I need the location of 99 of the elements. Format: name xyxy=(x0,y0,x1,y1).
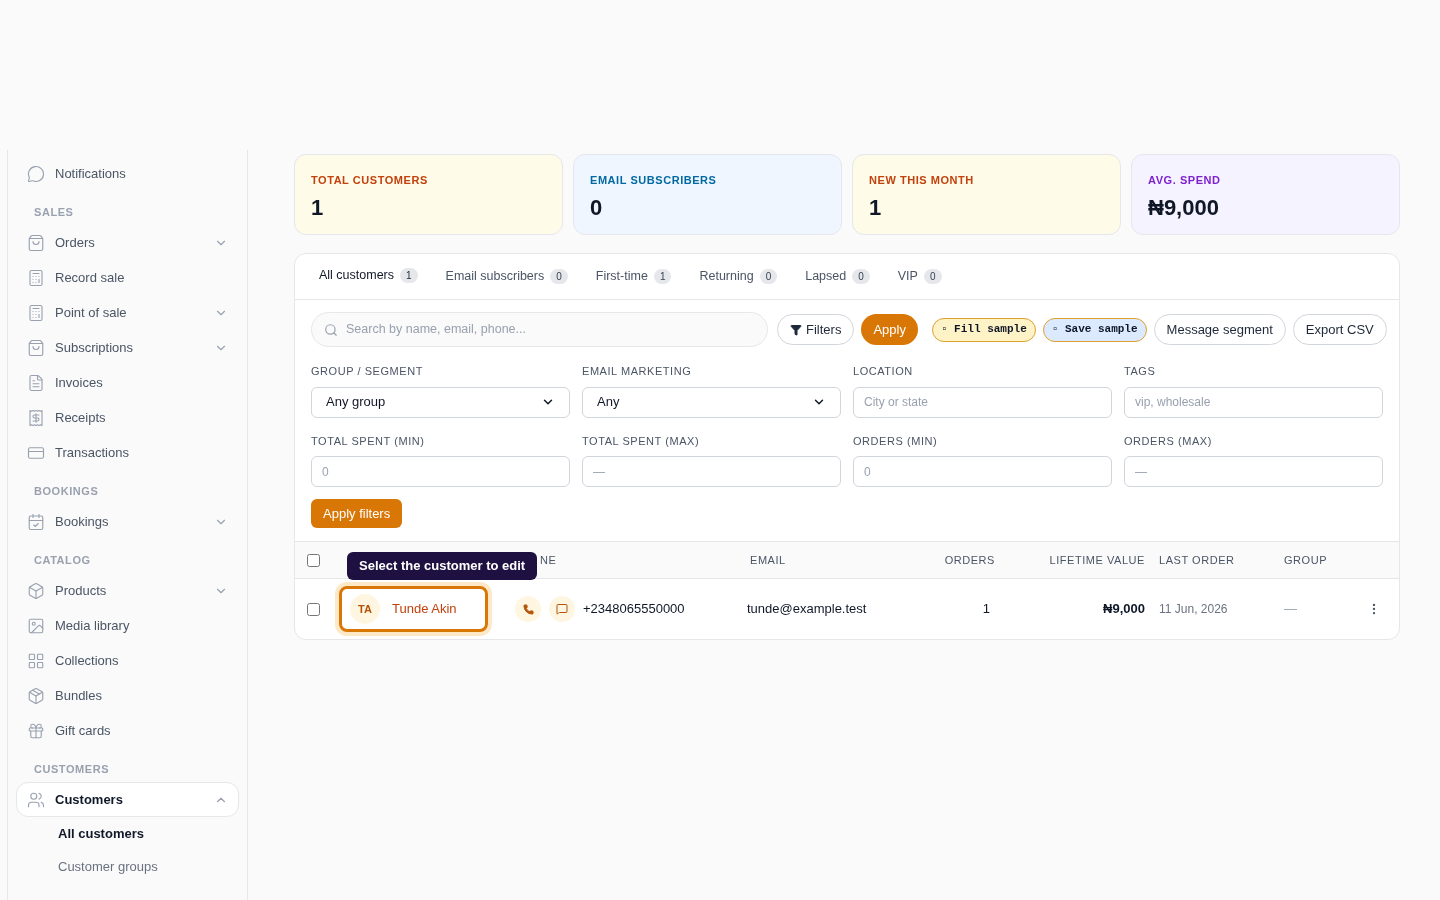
filter-tab[interactable]: Email subscribers 0 xyxy=(445,253,568,300)
tab-count: 0 xyxy=(550,269,568,284)
sidebar-item[interactable]: Customers xyxy=(16,782,239,817)
sidebar-item[interactable]: Record sale xyxy=(16,260,239,295)
group-cell-text: — xyxy=(1283,600,1298,619)
filters-button[interactable]: Filters xyxy=(777,314,855,345)
stat-label: TOTAL CUSTOMERS xyxy=(311,173,429,188)
filter-icon xyxy=(790,323,802,336)
sidebar-item[interactable]: Transactions xyxy=(16,435,239,470)
search-icon xyxy=(324,322,338,337)
column-header: GROUP xyxy=(1283,552,1329,568)
customer-name: Tunde Akin xyxy=(392,600,457,619)
filter-tab[interactable]: VIP 0 xyxy=(897,253,942,300)
sidebar-item[interactable]: Point of sale xyxy=(16,295,239,330)
sidebar-item[interactable]: Orders xyxy=(16,225,239,260)
column-header: NE xyxy=(540,552,557,568)
input-field[interactable]: City or state xyxy=(853,386,1112,418)
filter-label: ORDERS (MIN) xyxy=(853,433,939,449)
input-field[interactable]: 0 xyxy=(853,456,1112,487)
chat-bubble-icon xyxy=(27,164,45,183)
sidebar-item[interactable]: Subscriptions xyxy=(16,330,239,365)
column-header: ORDERS xyxy=(943,552,995,568)
sidebar-subitem[interactable]: All customers xyxy=(16,817,239,850)
sidebar-item[interactable]: Media library xyxy=(16,608,239,643)
filter-label: EMAIL MARKETING xyxy=(582,364,693,379)
filter-tab[interactable]: Returning 0 xyxy=(699,253,778,300)
calculator-icon xyxy=(27,268,45,287)
users-icon xyxy=(27,790,45,809)
bag-icon xyxy=(27,233,45,252)
section-heading: BOOKINGS xyxy=(33,484,100,498)
image-icon xyxy=(27,616,45,635)
sidebar-item[interactable]: Bundles xyxy=(16,678,239,713)
column-header: LAST ORDER xyxy=(1158,552,1236,568)
tab-count: 0 xyxy=(923,269,942,284)
column-header: LIFETIME VALUE xyxy=(1048,552,1145,568)
filter-label: GROUP / SEGMENT xyxy=(311,364,424,379)
section-heading: CUSTOMERS xyxy=(33,762,111,776)
filter-tab[interactable]: Lapsed 0 xyxy=(805,253,870,300)
filter-label: ORDERS (MAX) xyxy=(1124,433,1213,449)
grid-icon xyxy=(27,651,45,670)
sidebar-item[interactable]: Gift cards xyxy=(16,713,239,748)
input-field[interactable]: 0 xyxy=(311,456,570,487)
fill-sample-button[interactable]: ▫ Fill sample xyxy=(931,317,1036,342)
last-order-cell-text: 11 Jun, 2026 xyxy=(1158,601,1229,618)
stat-label: AVG. SPEND xyxy=(1148,173,1222,188)
sidebar-item[interactable]: Receipts xyxy=(16,400,239,435)
sidebar-item[interactable]: Invoices xyxy=(16,365,239,400)
avatar: TA xyxy=(350,594,380,624)
bag-icon xyxy=(27,338,45,357)
receipt-icon xyxy=(27,408,45,427)
calendar-icon xyxy=(27,512,45,531)
section-heading: SALES xyxy=(33,205,75,219)
tooltip: Select the customer to edit xyxy=(347,552,538,580)
tab-count: 1 xyxy=(400,268,418,283)
search-input[interactable]: Search by name, email, phone... xyxy=(346,320,755,339)
stat-value: 1 xyxy=(311,193,325,222)
gift-icon xyxy=(27,721,45,740)
toolbar-button[interactable]: Message segment xyxy=(1153,314,1286,345)
filter-label: TOTAL SPENT (MAX) xyxy=(582,433,701,449)
tab-count: 0 xyxy=(852,269,870,284)
orders-cell-text: 1 xyxy=(981,600,991,619)
stat-value: 0 xyxy=(590,193,604,222)
filter-label: TAGS xyxy=(1124,364,1157,379)
package-icon xyxy=(27,686,45,705)
tab-count: 0 xyxy=(759,269,778,284)
filter-label: TOTAL SPENT (MIN) xyxy=(311,433,426,449)
sidebar-item[interactable]: Notifications xyxy=(16,156,239,191)
select-all-checkbox[interactable] xyxy=(307,553,320,567)
stat-label: EMAIL SUBSCRIBERS xyxy=(590,173,718,188)
stat-value: 1 xyxy=(869,193,883,222)
filter-tab[interactable]: All customers 1 xyxy=(319,253,418,300)
select-field[interactable]: Any group xyxy=(311,386,570,418)
phone-icon[interactable] xyxy=(515,596,541,622)
search-bar[interactable]: Search by name, email, phone... xyxy=(311,312,768,347)
sidebar-item[interactable]: Bookings xyxy=(16,504,239,539)
lifetime-value-cell-text: ₦9,000 xyxy=(1102,600,1145,619)
chat-icon[interactable] xyxy=(549,596,575,622)
tab-count: 1 xyxy=(653,269,672,284)
column-header: EMAIL xyxy=(750,552,787,568)
cube-icon xyxy=(27,581,45,600)
stat-value: ₦9,000 xyxy=(1148,193,1220,222)
phone-number: +2348065550000 xyxy=(583,600,685,619)
document-icon xyxy=(27,373,45,392)
save-sample-button[interactable]: ▫ Save sample xyxy=(1042,317,1147,342)
input-field[interactable]: vip, wholesale xyxy=(1124,386,1383,418)
select-field[interactable]: Any xyxy=(582,386,841,418)
sidebar-item[interactable]: Collections xyxy=(16,643,239,678)
input-field[interactable]: — xyxy=(1124,456,1383,487)
filter-label: LOCATION xyxy=(853,364,914,379)
section-heading: CATALOG xyxy=(33,553,92,567)
row-checkbox[interactable] xyxy=(307,602,320,616)
stat-label: NEW THIS MONTH xyxy=(869,173,975,188)
toolbar-button[interactable]: Export CSV xyxy=(1292,314,1387,345)
filter-tab[interactable]: First-time 1 xyxy=(595,253,672,300)
sidebar-subitem[interactable]: Customer groups xyxy=(16,850,239,883)
input-field[interactable]: — xyxy=(582,456,841,487)
email-cell-text: tunde@example.test xyxy=(747,600,868,619)
calculator-icon xyxy=(27,303,45,322)
sidebar-item[interactable]: Products xyxy=(16,573,239,608)
